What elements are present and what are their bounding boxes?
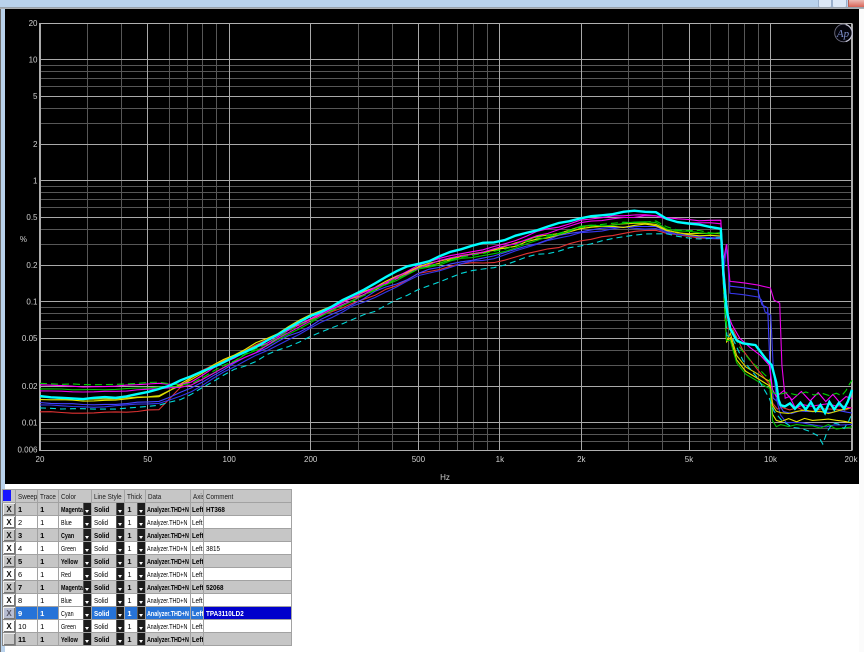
svg-text:0.006: 0.006: [17, 446, 38, 455]
svg-text:5: 5: [33, 92, 38, 101]
svg-text:50: 50: [143, 455, 152, 464]
svg-text:Hz: Hz: [440, 473, 450, 482]
svg-text:0.01: 0.01: [22, 418, 38, 427]
svg-text:20: 20: [29, 19, 38, 28]
svg-text:200: 200: [304, 455, 318, 464]
svg-text:0.05: 0.05: [22, 334, 38, 343]
svg-text:1: 1: [33, 176, 38, 185]
svg-text:%: %: [20, 235, 27, 244]
svg-text:100: 100: [223, 455, 237, 464]
svg-text:500: 500: [412, 455, 426, 464]
svg-text:Ap: Ap: [836, 28, 850, 40]
svg-text:0.02: 0.02: [22, 382, 38, 391]
svg-text:1k: 1k: [496, 455, 505, 464]
svg-text:0.5: 0.5: [26, 213, 38, 222]
svg-text:20k: 20k: [845, 455, 859, 464]
svg-text:2k: 2k: [577, 455, 586, 464]
svg-text:5k: 5k: [685, 455, 694, 464]
svg-text:2: 2: [33, 140, 38, 149]
svg-text:10k: 10k: [764, 455, 778, 464]
svg-text:0.2: 0.2: [26, 261, 38, 270]
svg-text:20: 20: [36, 455, 45, 464]
svg-text:0.1: 0.1: [26, 297, 38, 306]
svg-text:10: 10: [29, 55, 38, 64]
